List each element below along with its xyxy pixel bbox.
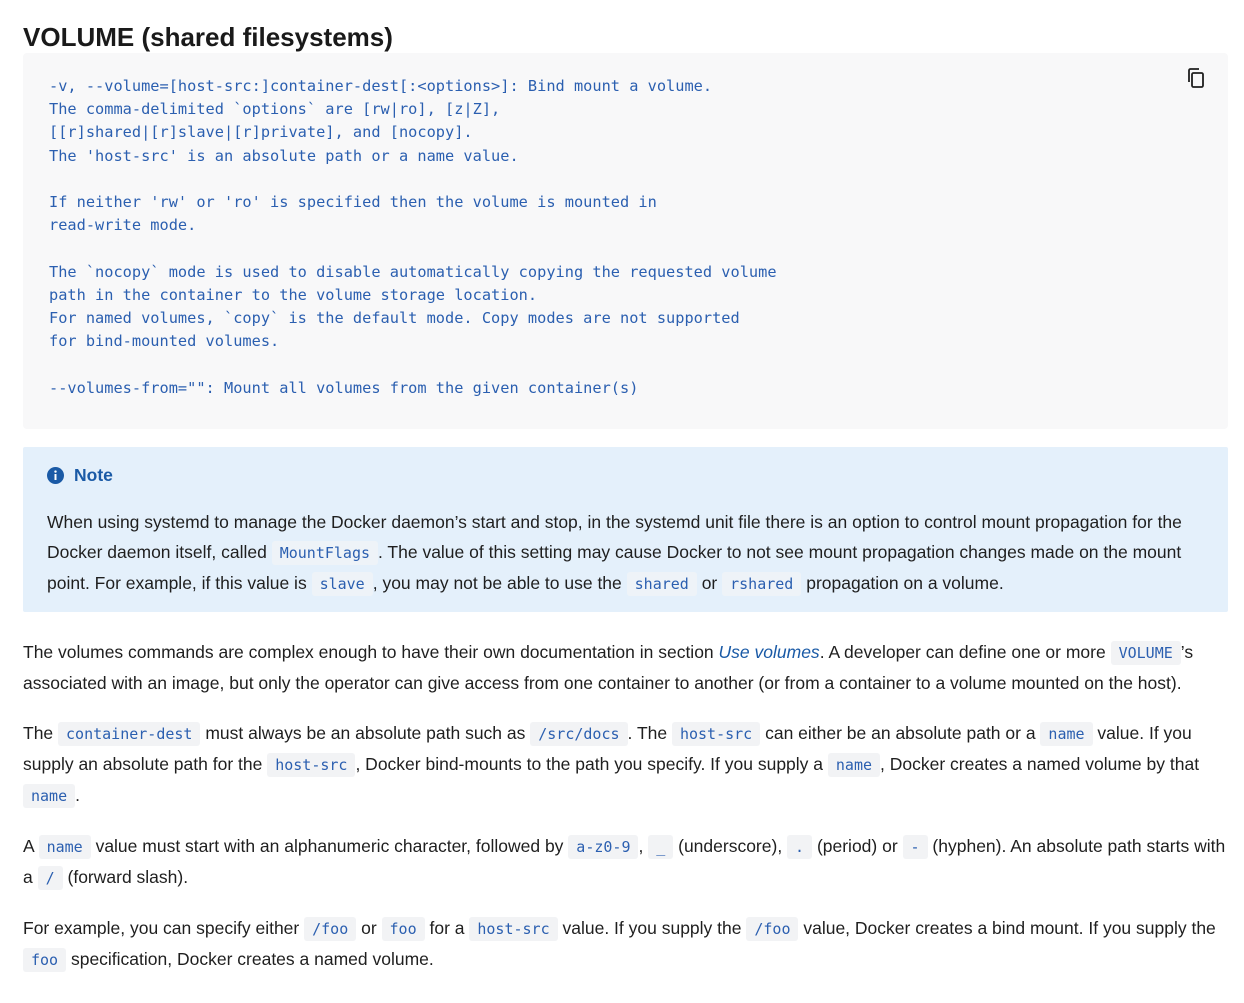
- inline-code: rshared: [722, 572, 802, 596]
- copy-icon[interactable]: [1186, 67, 1206, 89]
- inline-code: host-src: [469, 917, 558, 941]
- inline-code: MountFlags: [271, 541, 379, 565]
- inline-code: name: [827, 753, 881, 777]
- paragraph-volumes-commands: The volumes commands are complex enough …: [23, 641, 1194, 693]
- use-volumes-link[interactable]: Use volumes: [719, 642, 820, 662]
- inline-code: shared: [626, 572, 697, 596]
- inline-code: .: [787, 835, 813, 859]
- code-text[interactable]: -v, --volume=[host-src:]container-dest[:…: [49, 75, 1202, 400]
- inline-code: container-dest: [58, 722, 201, 746]
- note-text: When using systemd to manage the Docker …: [47, 507, 1204, 599]
- inline-code: a-z0-9: [568, 835, 639, 859]
- note-title: Note: [74, 464, 113, 485]
- inline-code: _: [648, 835, 674, 859]
- inline-code: name: [23, 784, 76, 808]
- note-callout: Note When using systemd to manage the Do…: [23, 447, 1228, 612]
- inline-code: foo: [23, 948, 67, 972]
- inline-code: name: [38, 835, 91, 859]
- info-icon: [47, 466, 64, 484]
- inline-code: slave: [311, 572, 373, 596]
- inline-code: host-src: [671, 722, 761, 746]
- inline-code: /: [37, 866, 63, 890]
- section-heading: VOLUME (shared filesystems): [23, 22, 393, 52]
- inline-code: /foo: [746, 917, 799, 941]
- paragraph-name-rules: A name value must start with an alphanum…: [23, 831, 1228, 893]
- inline-code: -: [902, 835, 928, 859]
- paragraph-example: For example, you can specify either /foo…: [23, 913, 1228, 975]
- paragraph-container-dest: The container-dest must always be an abs…: [23, 718, 1228, 811]
- inline-code: /src/docs: [530, 722, 628, 746]
- docs-section: VOLUME (shared filesystems) -v, --volume…: [23, 0, 1228, 975]
- inline-code: /foo: [304, 917, 357, 941]
- inline-code: name: [1040, 722, 1093, 746]
- inline-code: host-src: [267, 753, 356, 777]
- inline-code: foo: [381, 917, 425, 941]
- inline-code: VOLUME: [1110, 641, 1181, 665]
- code-block: -v, --volume=[host-src:]container-dest[:…: [23, 53, 1228, 429]
